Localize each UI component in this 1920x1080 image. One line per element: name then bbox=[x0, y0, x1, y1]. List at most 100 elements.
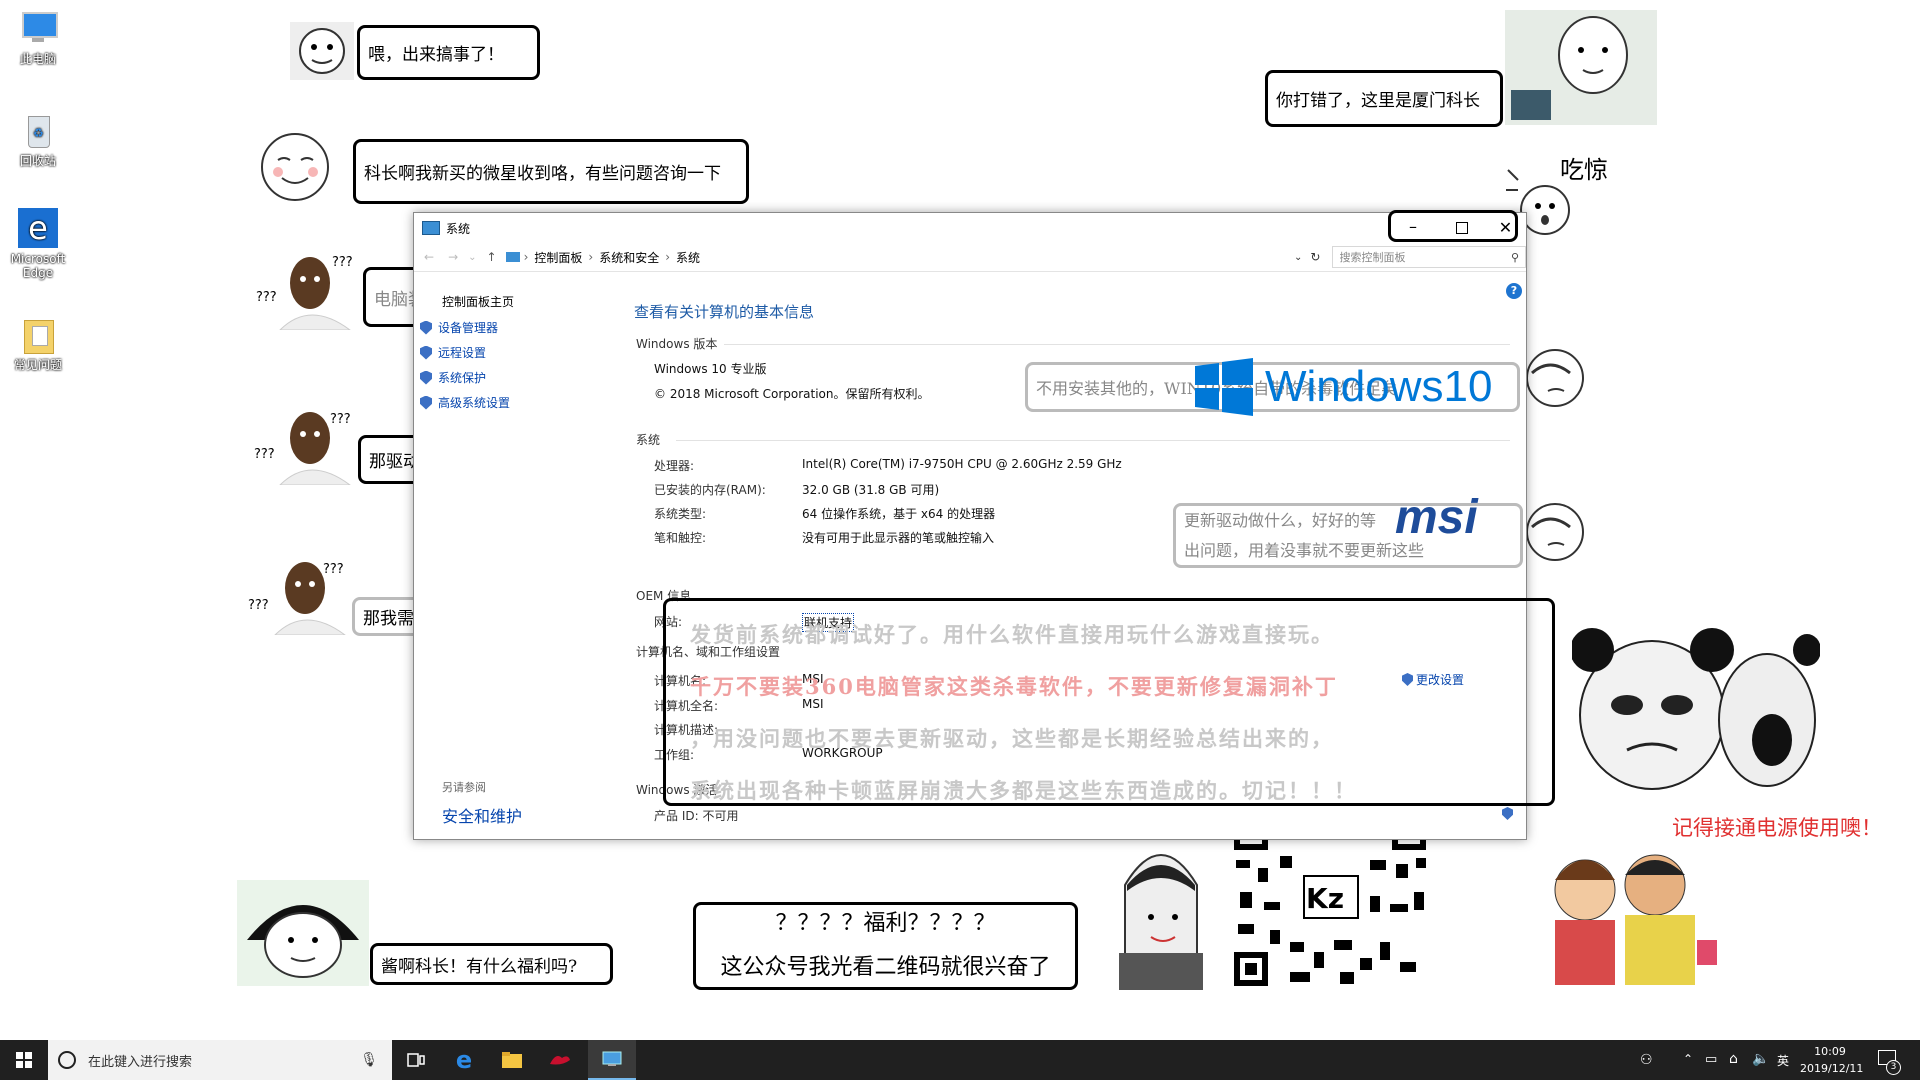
meme-face-couple bbox=[1525, 840, 1735, 990]
edge-icon: e bbox=[18, 208, 58, 248]
people-icon[interactable]: ⚇ bbox=[1640, 1052, 1653, 1068]
shield-icon bbox=[420, 395, 432, 410]
breadcrumb-item[interactable]: 系统和安全 bbox=[599, 249, 659, 266]
processor-value: Intel(R) Core(TM) i7-9750H CPU @ 2.60GHz… bbox=[802, 457, 1122, 471]
breadcrumb-item[interactable]: 系统 bbox=[676, 249, 700, 266]
meme-face-hat-guy bbox=[1105, 825, 1217, 990]
sidebar-item-label: 远程设置 bbox=[438, 346, 487, 360]
breadcrumb[interactable]: › 控制面板 › 系统和安全 › 系统 bbox=[505, 245, 1248, 269]
shield-icon bbox=[420, 345, 432, 360]
ram-value: 32.0 GB (31.8 GB 可用) bbox=[802, 483, 940, 497]
shield-icon bbox=[420, 370, 432, 385]
question-marks: ??? bbox=[330, 412, 351, 427]
system-type-value: 64 位操作系统，基于 x64 的处理器 bbox=[802, 507, 996, 521]
sidebar-item-security[interactable]: 安全和维护 bbox=[442, 803, 522, 827]
up-arrow-icon[interactable]: ↑ bbox=[487, 250, 497, 264]
divider bbox=[676, 440, 1510, 441]
forward-arrow-icon[interactable]: → bbox=[448, 250, 458, 264]
meme-bubble-msi-line2: 出问题，用着没事就不要更新这些 bbox=[1184, 540, 1425, 560]
desktop-icon-recycle-bin[interactable]: ♻ 回收站 bbox=[10, 110, 66, 168]
shield-icon bbox=[420, 320, 432, 335]
microphone-icon[interactable]: 🎙 bbox=[360, 1052, 378, 1068]
processor-label: 处理器: bbox=[654, 459, 695, 473]
meme-face-mushroom bbox=[237, 880, 369, 986]
meme-caption-shocked: 吃惊 bbox=[1560, 156, 1608, 184]
breadcrumb-item[interactable]: 控制面板 bbox=[534, 249, 582, 266]
meme-face-phone-guy bbox=[1505, 10, 1657, 125]
this-pc-icon bbox=[18, 8, 58, 48]
system-app-icon bbox=[602, 1051, 622, 1066]
volume-icon[interactable]: 🔈 bbox=[1752, 1051, 1769, 1067]
desktop-icon-edge[interactable]: e Microsoft Edge bbox=[10, 208, 66, 280]
taskbar-system-window[interactable] bbox=[588, 1040, 636, 1080]
desktop-icon-label: 回收站 bbox=[19, 154, 56, 168]
ime-indicator[interactable]: 英 bbox=[1777, 1052, 1789, 1069]
address-dropdown-icon[interactable]: ⌄ bbox=[1294, 252, 1302, 263]
meme-bubble-2: 科长啊我新买的微星收到咯，有些问题咨询一下 bbox=[353, 139, 749, 204]
meme-face-panda bbox=[1570, 620, 1821, 795]
question-marks: ??? bbox=[323, 562, 344, 577]
desktop-icon-label: 常见问题 bbox=[13, 358, 62, 372]
control-panel-icon bbox=[505, 252, 520, 262]
task-view-button[interactable] bbox=[392, 1040, 440, 1080]
action-center-button[interactable]: 3 bbox=[1876, 1048, 1901, 1075]
help-icon[interactable]: ? bbox=[1506, 283, 1522, 299]
clock-time: 10:09 bbox=[1814, 1045, 1846, 1058]
msi-logo: msi bbox=[1395, 491, 1478, 544]
taskbar-msi-dragon[interactable] bbox=[536, 1040, 584, 1080]
recycle-bin-icon: ♻ bbox=[18, 110, 58, 150]
pen-touch-label: 笔和触控: bbox=[654, 531, 707, 545]
sidebar-item-label: 设备管理器 bbox=[438, 321, 499, 335]
advice-box: 发货前系统都调试好了。用什么软件直接用玩什么游戏直接玩。 千万不要装360电脑管… bbox=[663, 598, 1555, 806]
desktop-icon-faq[interactable]: 常见问题 bbox=[10, 314, 66, 372]
meme-bubble-8: ？？？？福利？？？？ 这公众号我光看二维码就很兴奋了 bbox=[693, 902, 1078, 990]
question-marks: ??? bbox=[332, 255, 353, 270]
windows-logo-icon bbox=[1195, 358, 1253, 416]
recent-dropdown-icon[interactable]: ⌄ bbox=[468, 252, 476, 263]
refresh-icon[interactable]: ↻ bbox=[1310, 250, 1320, 264]
clock[interactable]: 10:09 2019/12/11 bbox=[1800, 1043, 1864, 1077]
windows10-logo-text: Windows10 bbox=[1265, 362, 1493, 411]
page-heading: 查看有关计算机的基本信息 bbox=[634, 303, 815, 321]
qr-center-text: Kz bbox=[1306, 882, 1344, 915]
msi-dragon-icon bbox=[550, 1056, 570, 1065]
meme-bubble-1: 喂，出来搞事了！ bbox=[357, 25, 540, 80]
meme-face-smug bbox=[258, 130, 333, 205]
start-button[interactable] bbox=[0, 1040, 48, 1080]
divider bbox=[724, 344, 1510, 345]
search-box[interactable]: 搜索控制面板 ⚲ bbox=[1332, 246, 1526, 268]
notification-count: 3 bbox=[1886, 1060, 1901, 1075]
desktop-icon-label: Microsoft Edge bbox=[10, 252, 66, 280]
network-icon[interactable]: ⌂ bbox=[1729, 1051, 1738, 1067]
ram-label: 已安装的内存(RAM): bbox=[654, 483, 766, 497]
taskbar-search-placeholder: 在此键入进行搜索 bbox=[88, 1054, 193, 1070]
taskbar-search-box[interactable]: 在此键入进行搜索 🎙 bbox=[48, 1040, 392, 1080]
section-edition: Windows 版本 bbox=[636, 337, 718, 351]
meme-face-cover-2 bbox=[1520, 497, 1590, 567]
desktop-icon-label: 此电脑 bbox=[19, 52, 56, 66]
folder-icon bbox=[502, 1052, 522, 1068]
sidebar-item-protection[interactable]: 系统保护 bbox=[420, 369, 486, 386]
address-bar: ← → ⌄ ↑ › 控制面板 › 系统和安全 › 系统 ⌄ ↻ 搜索控制面板 ⚲ bbox=[414, 243, 1526, 272]
meme-bubble-8-line2: 这公众号我光看二维码就很兴奋了 bbox=[720, 955, 1051, 980]
power-reminder-text: 记得接通电源使用噢！ bbox=[1672, 816, 1882, 840]
windows-edition: Windows 10 专业版 bbox=[654, 362, 767, 376]
system-window-icon bbox=[422, 221, 440, 235]
advice-line: ，用没问题也不要去更新驱动，这些都是长期经验总结出来的， bbox=[690, 726, 1334, 751]
system-type-label: 系统类型: bbox=[654, 507, 707, 521]
sidebar-home-link[interactable]: 控制面板主页 bbox=[442, 293, 514, 310]
taskbar-file-explorer[interactable] bbox=[488, 1040, 536, 1080]
battery-icon[interactable]: ▭ bbox=[1705, 1052, 1717, 1067]
show-hidden-icons[interactable]: ⌃ bbox=[1683, 1052, 1693, 1066]
sidebar-item-advanced[interactable]: 高级系统设置 bbox=[420, 394, 510, 411]
sidebar-item-remote[interactable]: 远程设置 bbox=[420, 344, 486, 361]
taskbar-edge[interactable]: e bbox=[440, 1040, 488, 1080]
back-arrow-icon[interactable]: ← bbox=[424, 250, 434, 264]
advice-line: 系统出现各种卡顿蓝屏崩溃大多都是这些东西造成的。切记！！！ bbox=[690, 778, 1357, 803]
meme-bubble-8-line1: ？？？？福利？？？？ bbox=[775, 911, 996, 936]
clock-date: 2019/12/11 bbox=[1800, 1062, 1864, 1075]
windows-start-icon bbox=[16, 1052, 32, 1068]
advice-line: 千万不要装360电脑管家这类杀毒软件，不要更新修复漏洞补丁 bbox=[690, 674, 1338, 699]
desktop-icon-this-pc[interactable]: 此电脑 bbox=[10, 8, 66, 66]
sidebar-item-device-manager[interactable]: 设备管理器 bbox=[420, 319, 498, 336]
